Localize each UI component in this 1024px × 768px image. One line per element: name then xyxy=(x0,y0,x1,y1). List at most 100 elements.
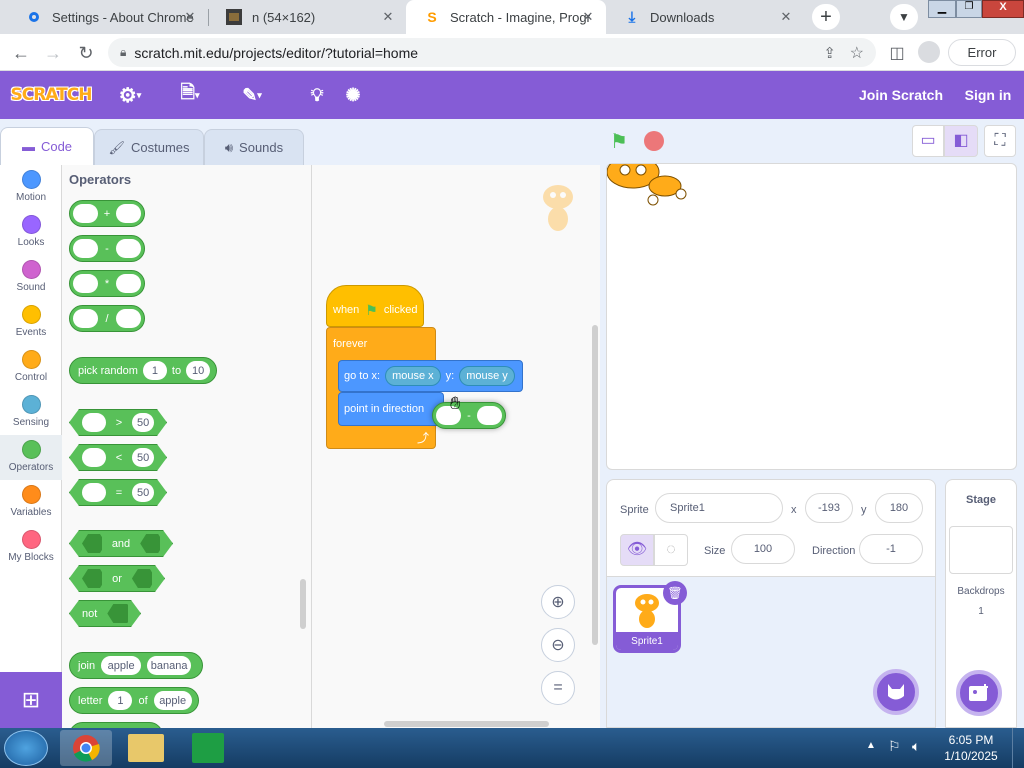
less-than-block[interactable]: <50 xyxy=(69,444,167,471)
category-motion[interactable]: Motion xyxy=(0,165,62,210)
editor: ▬ Code 🖌︎ Costumes 🔊︎ Sounds ⚑ ▭ ◧ ⛶ Mot… xyxy=(0,119,1024,728)
sign-in-link[interactable]: Sign in xyxy=(960,71,1016,119)
side-panel-icon[interactable]: ◫ xyxy=(884,40,910,66)
large-stage-icon[interactable]: ◧ xyxy=(944,125,978,157)
settings-menu-icon[interactable]: ⚙ ▾ xyxy=(110,71,150,119)
add-sprite-cat-icon[interactable] xyxy=(873,669,919,715)
category-operators[interactable]: Operators xyxy=(0,435,62,480)
tab-scratch[interactable]: S Scratch - Imagine, Progra ✕ xyxy=(406,0,606,34)
chevron-down-icon[interactable]: ▼ xyxy=(890,4,918,30)
category-sensing[interactable]: Sensing xyxy=(0,390,62,435)
close-icon[interactable]: ✕ xyxy=(182,9,198,25)
edit-menu-icon[interactable]: ✎ ▾ xyxy=(232,71,272,119)
category-looks[interactable]: Looks xyxy=(0,210,62,255)
workspace-v-scrollbar[interactable] xyxy=(592,325,598,645)
maximize-icon[interactable]: ❐ xyxy=(956,0,982,18)
sprite-cat-icon[interactable] xyxy=(607,164,693,206)
letter-of-block[interactable]: letter 1 of apple xyxy=(69,687,199,714)
small-stage-icon[interactable]: ▭ xyxy=(912,125,944,157)
go-to-xy-block[interactable]: go to x: mouse x y: mouse y xyxy=(338,360,523,392)
multiply-block[interactable]: * xyxy=(69,270,145,297)
sprite-name-field[interactable]: Sprite1 xyxy=(655,493,783,523)
category-control[interactable]: Control xyxy=(0,345,62,390)
close-icon[interactable]: ✕ xyxy=(580,9,596,25)
equals-block[interactable]: = 50 xyxy=(69,479,167,506)
tab-settings[interactable]: Settings - About Chrome ✕ xyxy=(8,0,208,34)
subtract-block[interactable]: - xyxy=(69,235,145,262)
greater-than-block[interactable]: >50 xyxy=(69,409,167,436)
tray-expand-icon[interactable]: ▲ xyxy=(866,740,876,751)
hide-sprite-eye-icon[interactable]: ◌ xyxy=(654,534,688,566)
back-icon[interactable]: ← xyxy=(8,40,34,66)
workspace-h-scrollbar[interactable] xyxy=(384,721,549,727)
add-backdrop-image-icon[interactable] xyxy=(956,670,1002,716)
or-block[interactable]: or xyxy=(69,565,165,592)
stage-canvas[interactable] xyxy=(606,163,1017,470)
clock[interactable]: 6:05 PM 1/10/2025 xyxy=(934,732,1008,764)
green-flag-icon: ⚑ xyxy=(365,301,378,318)
chrome-taskbar-icon[interactable] xyxy=(60,730,112,766)
delete-trash-icon[interactable]: 🗑︎ xyxy=(663,581,687,605)
divide-block[interactable]: / xyxy=(69,305,145,332)
stage-thumbnail[interactable] xyxy=(949,526,1013,574)
scratch-logo[interactable]: SCRATCH xyxy=(11,71,93,119)
dragging-subtract-block[interactable]: - xyxy=(432,402,506,429)
join-block[interactable]: join apple banana xyxy=(69,652,203,679)
zoom-in-icon[interactable]: ⊕ xyxy=(541,585,575,619)
add-block[interactable]: + xyxy=(69,200,145,227)
green-flag-icon[interactable]: ⚑ xyxy=(610,129,634,153)
debug-bug-icon[interactable]: ✺ xyxy=(336,71,370,119)
stop-icon[interactable] xyxy=(644,131,664,151)
star-icon[interactable]: ☆ xyxy=(850,43,864,63)
error-button[interactable]: Error xyxy=(948,39,1016,66)
size-field[interactable]: 100 xyxy=(731,534,795,564)
mouse-y-reporter[interactable]: mouse y xyxy=(459,366,515,386)
show-desktop-button[interactable] xyxy=(1012,728,1024,768)
fullscreen-icon[interactable]: ⛶ xyxy=(984,125,1016,157)
tab-downloads[interactable]: ⤓ Downloads ✕ xyxy=(606,0,804,34)
close-icon[interactable]: ✕ xyxy=(778,9,794,25)
palette-scrollbar[interactable] xyxy=(300,579,306,629)
point-in-direction-block[interactable]: point in direction xyxy=(338,392,444,426)
tab-sounds[interactable]: 🔊︎ Sounds xyxy=(204,129,304,165)
category-variables[interactable]: Variables xyxy=(0,480,62,525)
avatar[interactable] xyxy=(918,41,940,63)
volume-icon[interactable]: 🔈︎ xyxy=(912,738,920,755)
tab-costumes[interactable]: 🖌︎ Costumes xyxy=(94,129,204,165)
category-events[interactable]: Events xyxy=(0,300,62,345)
category-my-blocks[interactable]: My Blocks xyxy=(0,525,62,570)
close-window-icon[interactable]: X xyxy=(982,0,1024,18)
tutorials-lightbulb-icon[interactable]: 💡︎ xyxy=(300,71,334,119)
not-block[interactable]: not xyxy=(69,600,141,627)
start-button-windows-icon[interactable] xyxy=(4,730,48,766)
direction-field[interactable]: -1 xyxy=(859,534,923,564)
x-field[interactable]: -193 xyxy=(805,493,853,523)
category-sound[interactable]: Sound xyxy=(0,255,62,300)
add-extension-icon[interactable]: ⊞ xyxy=(0,672,62,728)
show-sprite-eye-icon[interactable]: 👁︎ xyxy=(620,534,654,566)
palette-heading: Operators xyxy=(69,172,132,187)
share-icon[interactable]: ⇪ xyxy=(823,44,836,62)
zoom-out-icon[interactable]: ⊖ xyxy=(541,628,575,662)
when-flag-clicked-block[interactable]: when ⚑ clicked xyxy=(326,285,424,327)
file-explorer-icon[interactable] xyxy=(128,734,164,762)
pick-random-block[interactable]: pick random 1 to 10 xyxy=(69,357,217,384)
and-block[interactable]: and xyxy=(69,530,173,557)
network-flag-icon[interactable]: ⚐ xyxy=(888,738,901,755)
close-icon[interactable]: ✕ xyxy=(380,9,396,25)
new-tab-button[interactable]: + xyxy=(812,4,840,30)
minimize-icon[interactable]: ▁ xyxy=(928,0,956,18)
tab-code[interactable]: ▬ Code xyxy=(0,127,94,165)
mouse-x-reporter[interactable]: mouse x xyxy=(385,366,441,386)
tab-image[interactable]: n (54×162) ✕ xyxy=(208,0,406,34)
stage-selector[interactable]: Stage Backdrops 1 xyxy=(945,479,1017,728)
join-scratch-link[interactable]: Join Scratch xyxy=(856,71,946,119)
forward-icon[interactable]: → xyxy=(40,40,66,66)
script-workspace[interactable]: when ⚑ clicked forever ⤴ go to x: mouse … xyxy=(312,165,600,728)
store-icon[interactable] xyxy=(192,733,224,763)
y-field[interactable]: 180 xyxy=(875,493,923,523)
reload-icon[interactable]: ↻ xyxy=(73,40,99,66)
file-menu-icon[interactable]: 🗎︎ ▾ xyxy=(170,71,210,119)
address-bar[interactable]: 🔒︎ scratch.mit.edu/projects/editor/?tuto… xyxy=(108,38,876,67)
zoom-reset-icon[interactable]: = xyxy=(541,671,575,705)
